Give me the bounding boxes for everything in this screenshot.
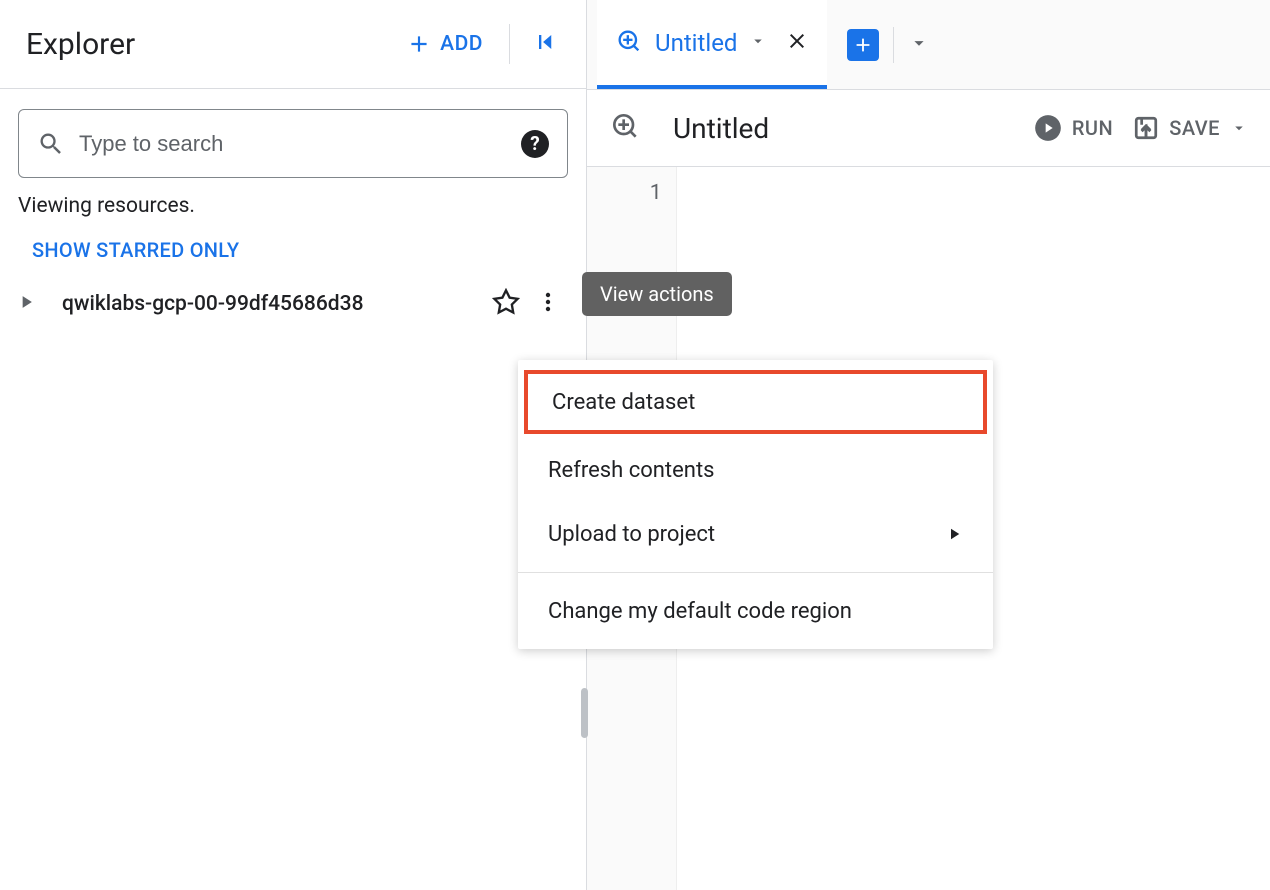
close-icon bbox=[785, 29, 809, 53]
star-toggle[interactable] bbox=[484, 284, 528, 324]
project-name: qwiklabs-gcp-00-99df45686d38 bbox=[62, 292, 484, 316]
run-label: RUN bbox=[1072, 116, 1113, 140]
context-menu: Create dataset Refresh contents Upload t… bbox=[518, 360, 993, 649]
menu-item-label: Create dataset bbox=[552, 390, 695, 415]
plus-icon bbox=[852, 34, 874, 56]
help-icon[interactable]: ? bbox=[521, 130, 549, 158]
save-label: SAVE bbox=[1169, 116, 1220, 140]
save-icon bbox=[1133, 115, 1159, 141]
chevron-right-icon bbox=[16, 292, 36, 312]
play-icon bbox=[1034, 114, 1062, 142]
add-button[interactable]: ADD bbox=[394, 23, 495, 65]
collapse-left-icon bbox=[532, 28, 560, 56]
project-row[interactable]: qwiklabs-gcp-00-99df45686d38 bbox=[0, 276, 586, 332]
tab-overflow[interactable] bbox=[908, 32, 930, 58]
tab-label: Untitled bbox=[655, 29, 737, 57]
new-tab-button[interactable] bbox=[847, 29, 879, 61]
tab-dropdown[interactable] bbox=[749, 32, 767, 54]
search-box[interactable]: ? bbox=[18, 109, 568, 178]
query-icon bbox=[609, 110, 641, 146]
scrollbar-thumb[interactable] bbox=[581, 688, 588, 738]
menu-change-region[interactable]: Change my default code region bbox=[518, 579, 993, 643]
toolbar: Untitled RUN SAVE bbox=[587, 89, 1270, 167]
menu-upload-to-project[interactable]: Upload to project bbox=[518, 502, 993, 566]
explorer-title: Explorer bbox=[26, 27, 394, 62]
viewing-resources-text: Viewing resources. bbox=[0, 188, 586, 224]
add-button-label: ADD bbox=[440, 32, 483, 56]
search-icon bbox=[37, 130, 65, 158]
explorer-header: Explorer ADD bbox=[0, 0, 586, 89]
toolbar-title: Untitled bbox=[673, 112, 1014, 145]
more-actions-button[interactable] bbox=[528, 286, 568, 322]
kebab-icon bbox=[536, 290, 560, 314]
plus-icon bbox=[406, 31, 432, 57]
line-number: 1 bbox=[601, 177, 662, 205]
save-button[interactable]: SAVE bbox=[1133, 115, 1248, 141]
divider bbox=[893, 27, 894, 63]
star-outline-icon bbox=[492, 288, 520, 316]
search-input[interactable] bbox=[79, 131, 521, 157]
menu-create-dataset[interactable]: Create dataset bbox=[524, 370, 987, 434]
view-actions-tooltip: View actions bbox=[582, 272, 732, 316]
collapse-panel-button[interactable] bbox=[524, 20, 568, 68]
show-starred-link[interactable]: SHOW STARRED ONLY bbox=[0, 224, 586, 276]
chevron-down-icon bbox=[749, 32, 767, 50]
menu-item-label: Upload to project bbox=[548, 522, 715, 547]
run-button[interactable]: RUN bbox=[1034, 114, 1113, 142]
tab-bar: Untitled bbox=[587, 0, 1270, 89]
tab-close[interactable] bbox=[779, 29, 809, 57]
query-icon bbox=[615, 27, 643, 59]
chevron-right-icon bbox=[945, 525, 963, 543]
expand-toggle[interactable] bbox=[12, 288, 40, 320]
tab-untitled[interactable]: Untitled bbox=[597, 0, 827, 89]
chevron-down-icon bbox=[1230, 119, 1248, 137]
chevron-down-icon bbox=[908, 32, 930, 54]
menu-refresh-contents[interactable]: Refresh contents bbox=[518, 438, 993, 502]
menu-item-label: Change my default code region bbox=[548, 599, 852, 624]
divider bbox=[509, 24, 510, 64]
menu-item-label: Refresh contents bbox=[548, 458, 715, 483]
explorer-panel: Explorer ADD ? Viewing resources. SHOW S… bbox=[0, 0, 587, 890]
